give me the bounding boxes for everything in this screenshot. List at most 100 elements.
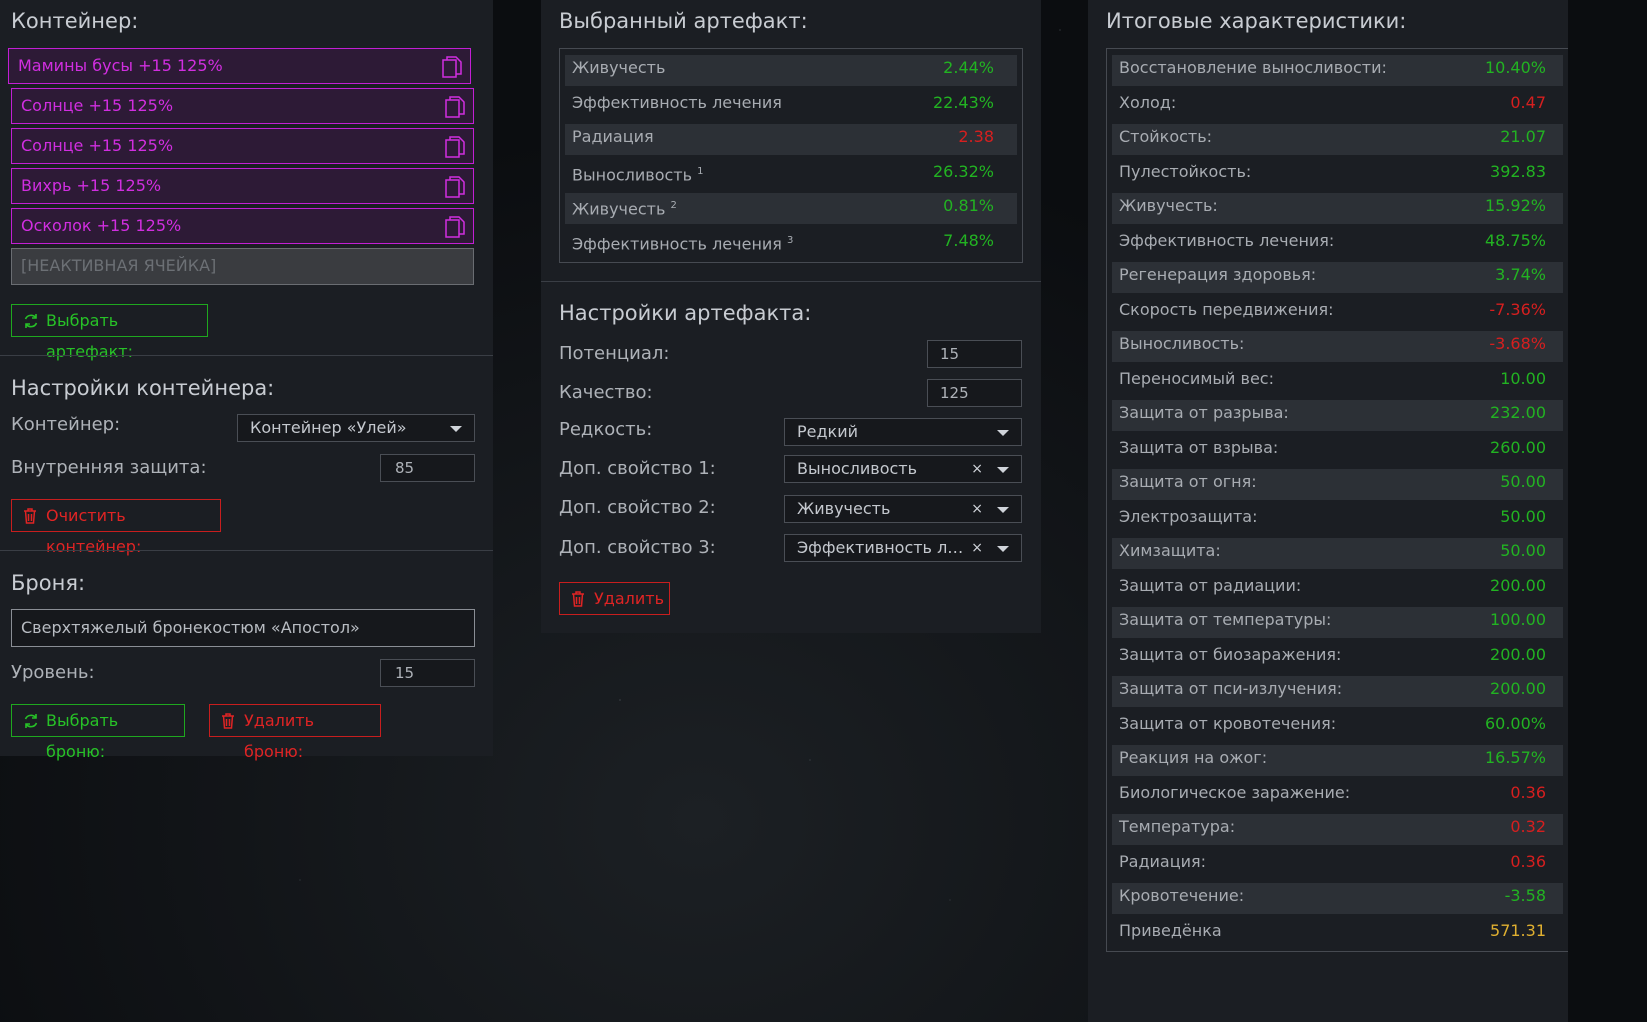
total-row: Кровотечение: -3.58	[1107, 881, 1568, 916]
total-value: 60.00%	[1484, 713, 1546, 733]
total-value: 392.83	[1490, 161, 1546, 181]
selected-artifact-title: Выбранный артефакт:	[559, 9, 808, 33]
total-value: 50.00	[1500, 541, 1546, 560]
middle-panel: Выбранный артефакт: Живучесть 2.44% Эффек…	[541, 0, 1041, 633]
selected-artifact-stats: Живучесть 2.44% Эффективность лечения 22.4…	[559, 48, 1023, 263]
artifact-slot-3[interactable]: Солнце +15 125%	[11, 128, 474, 164]
total-value: 232.00	[1490, 403, 1546, 422]
internal-protection-label: Внутренняя защита:	[11, 457, 207, 478]
total-row: Реакция на ожог: 16.57%	[1107, 743, 1568, 778]
clear-icon[interactable]: ×	[971, 456, 983, 482]
artifact-slot-2[interactable]: Солнце +15 125%	[11, 88, 474, 124]
prop1-select[interactable]: Выносливость ×	[784, 455, 1022, 483]
container-settings-title: Настройки контейнера:	[11, 376, 275, 400]
potential-input[interactable]: 15	[927, 340, 1022, 368]
delete-artifact-button[interactable]: Удалить	[559, 582, 670, 615]
container-select[interactable]: Контейнер «Улей»	[237, 414, 475, 442]
stat-row: Живучесть 2.44%	[560, 53, 1022, 88]
refresh-icon	[24, 714, 38, 728]
total-name: Восстановление выносливости:	[1119, 58, 1387, 77]
total-value: 571.31	[1490, 920, 1546, 940]
total-value: 0.36	[1510, 782, 1546, 802]
quality-input[interactable]: 125	[927, 379, 1022, 407]
total-name: Стойкость:	[1119, 127, 1213, 146]
prop2-label: Доп. свойство 2:	[559, 497, 716, 518]
total-value: 3.74%	[1495, 265, 1546, 284]
total-value: 50.00	[1500, 506, 1546, 526]
armor-field[interactable]: Сверхтяжелый бронекостюм «Апостол»	[11, 609, 475, 647]
totals-title: Итоговые характеристики:	[1106, 9, 1407, 33]
total-row: Скорость передвижения: -7.36%	[1107, 295, 1568, 330]
total-row: Защита от температуры: 100.00	[1107, 605, 1568, 640]
total-name: Биологическое заражение:	[1119, 782, 1351, 802]
copy-icon[interactable]	[445, 176, 465, 198]
prop3-select[interactable]: Эффективность лечения ×	[784, 534, 1022, 562]
stat-row: Эффективность лечения 3 7.48%	[560, 226, 1022, 261]
trash-icon	[24, 508, 36, 524]
total-value: 21.07	[1500, 127, 1546, 146]
potential-label: Потенциал:	[559, 343, 670, 364]
total-row: Стойкость: 21.07	[1107, 122, 1568, 157]
armor-level-input[interactable]: 15	[380, 659, 475, 687]
internal-protection-input[interactable]: 85	[380, 454, 475, 482]
total-value: 10.40%	[1484, 58, 1546, 77]
rarity-select[interactable]: Редкий	[784, 418, 1022, 446]
total-value: 260.00	[1490, 437, 1546, 457]
stat-value: 2.38	[958, 127, 994, 146]
total-row: Защита от взрыва: 260.00	[1107, 433, 1568, 468]
clear-icon[interactable]: ×	[971, 535, 983, 561]
select-artifact-button[interactable]: Выбрать артефакт:	[11, 304, 208, 361]
total-value: 0.36	[1510, 851, 1546, 871]
total-name: Температура:	[1119, 817, 1236, 836]
container-label: Контейнер:	[11, 414, 121, 435]
container-select-value: Контейнер «Улей»	[250, 418, 407, 437]
stat-row: Радиация 2.38	[560, 122, 1022, 157]
slot-label: Солнце +15 125%	[21, 136, 174, 155]
total-row: Защита от кровотечения: 60.00%	[1107, 709, 1568, 744]
total-value: 50.00	[1500, 472, 1546, 491]
divider	[0, 355, 493, 356]
prop2-select[interactable]: Живучесть ×	[784, 495, 1022, 523]
clear-container-button[interactable]: Очистить контейнер:	[11, 499, 221, 556]
delete-artifact-label: Удалить	[594, 589, 664, 608]
copy-icon[interactable]	[445, 136, 465, 158]
rarity-select-value: Редкий	[797, 422, 859, 441]
total-name: Защита от радиации:	[1119, 575, 1302, 595]
prop3-select-value: Эффективность лечения	[797, 538, 967, 557]
copy-icon[interactable]	[445, 216, 465, 238]
delete-armor-button[interactable]: Удалить броню:	[209, 704, 381, 761]
artifact-slot-1[interactable]: Мамины бусы +15 125%	[8, 48, 471, 84]
total-row: Эффективность лечения: 48.75%	[1107, 226, 1568, 261]
total-value: -3.58	[1504, 886, 1546, 905]
total-name: Приведёнка	[1119, 920, 1222, 940]
total-name: Кровотечение:	[1119, 886, 1245, 905]
clear-icon[interactable]: ×	[971, 496, 983, 522]
total-row: Выносливость: -3.68%	[1107, 329, 1568, 364]
copy-icon[interactable]	[442, 56, 462, 78]
rarity-label: Редкость:	[559, 419, 653, 440]
select-armor-label: Выбрать броню:	[46, 711, 119, 761]
total-value: 200.00	[1490, 679, 1546, 698]
prop1-select-value: Выносливость	[797, 459, 918, 478]
total-name: Переносимый вес:	[1119, 368, 1274, 388]
total-name: Скорость передвижения:	[1119, 299, 1334, 319]
copy-icon[interactable]	[445, 96, 465, 118]
total-name: Живучесть:	[1119, 196, 1218, 215]
stat-name: Выносливость 1	[572, 164, 704, 184]
total-name: Защита от огня:	[1119, 472, 1257, 491]
left-panel: Контейнер: Мамины бусы +15 125% Солнце +…	[0, 0, 493, 761]
total-name: Холод:	[1119, 92, 1177, 112]
select-armor-button[interactable]: Выбрать броню:	[11, 704, 185, 761]
total-name: Электрозащита:	[1119, 506, 1258, 526]
stat-name: Живучесть 2	[572, 199, 677, 219]
chevron-down-icon	[997, 467, 1009, 473]
total-row: Защита от огня: 50.00	[1107, 467, 1568, 502]
total-row: Защита от разрыва: 232.00	[1107, 398, 1568, 433]
total-name: Эффективность лечения:	[1119, 230, 1335, 250]
totals-stats: Восстановление выносливости: 10.40% Холод…	[1106, 48, 1568, 952]
total-name: Реакция на ожог:	[1119, 748, 1268, 767]
artifact-slot-5[interactable]: Осколок +15 125%	[11, 208, 474, 244]
total-row: Радиация: 0.36	[1107, 847, 1568, 882]
artifact-slot-4[interactable]: Вихрь +15 125%	[11, 168, 474, 204]
total-row: Электрозащита: 50.00	[1107, 502, 1568, 537]
